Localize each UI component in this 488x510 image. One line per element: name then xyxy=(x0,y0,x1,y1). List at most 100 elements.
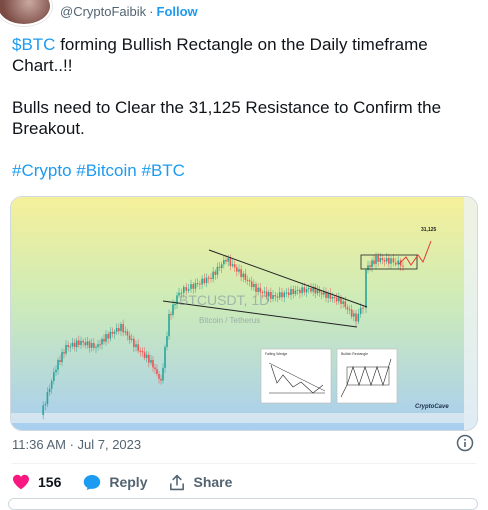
like-button[interactable]: 156 xyxy=(12,474,61,490)
candle-body xyxy=(333,296,336,298)
candle-body xyxy=(78,340,80,346)
candle-body xyxy=(86,341,89,346)
tweet-media-chart[interactable]: 31,125 BTCUSDT, 1D Bitcoin / Tetherus Fa… xyxy=(10,196,478,431)
candle-body xyxy=(276,296,279,298)
share-button[interactable]: Share xyxy=(169,474,232,491)
candle-body xyxy=(122,324,124,333)
candle-body xyxy=(218,266,221,268)
hashtag-crypto[interactable]: #Crypto xyxy=(12,161,72,180)
candle-body xyxy=(395,262,397,265)
candle-body xyxy=(63,352,65,354)
candle-body xyxy=(229,258,232,266)
candle-body xyxy=(190,284,192,289)
candle-body xyxy=(143,352,146,358)
author-handle[interactable]: @CryptoFaibik xyxy=(60,4,146,19)
divider xyxy=(12,463,476,464)
candle-body xyxy=(338,297,340,302)
candle-body xyxy=(225,259,227,262)
candle-body xyxy=(381,258,384,260)
candle-body xyxy=(150,359,152,363)
candle-body xyxy=(299,289,301,294)
chart-image: 31,125 BTCUSDT, 1D Bitcoin / Tetherus Fa… xyxy=(11,197,477,430)
candle-body xyxy=(255,283,257,292)
candle-body xyxy=(107,334,109,339)
candle-body xyxy=(379,258,382,262)
candle-body xyxy=(82,340,84,343)
candle-body xyxy=(390,258,392,264)
candle-body xyxy=(48,388,51,393)
candle-body xyxy=(194,283,197,289)
hashtag-btc[interactable]: #BTC xyxy=(141,161,184,180)
candle-body xyxy=(233,264,236,268)
candle-body xyxy=(331,296,334,299)
candle-body xyxy=(139,350,142,352)
target-label: 31,125 xyxy=(421,227,437,233)
candle-body xyxy=(109,331,112,339)
candle-body xyxy=(369,265,371,268)
candle-body xyxy=(196,283,199,285)
candle-body xyxy=(305,289,308,293)
candle-body xyxy=(187,288,190,291)
brand-label: CryptoCave xyxy=(415,404,449,410)
candle-body xyxy=(362,307,364,309)
candle-body xyxy=(207,277,210,279)
cashtag-btc[interactable]: $BTC xyxy=(12,35,55,54)
tweet-line-2: Bulls need to Clear the 31,125 Resistanc… xyxy=(12,98,442,138)
watermark-symbol: BTCUSDT, 1D xyxy=(179,292,269,308)
candle-body xyxy=(160,378,162,381)
candle-body xyxy=(164,346,166,368)
share-icon xyxy=(170,474,185,490)
candle-body xyxy=(278,292,281,298)
candle-body xyxy=(316,289,319,294)
svg-text:Bullish Rectangle: Bullish Rectangle xyxy=(341,352,368,356)
candle-body xyxy=(231,264,234,266)
time-axis xyxy=(11,413,464,423)
candle-body xyxy=(270,292,272,299)
candle-body xyxy=(185,287,187,291)
candle-body xyxy=(327,293,329,298)
candle-body xyxy=(148,354,150,363)
candle-body xyxy=(101,338,103,345)
tweet-text: $BTC forming Bullish Rectangle on the Da… xyxy=(12,34,482,181)
candle-body xyxy=(199,283,201,285)
follow-button[interactable]: Follow xyxy=(157,4,198,19)
candle-body xyxy=(214,271,217,275)
candle-body xyxy=(355,313,357,322)
candle-body xyxy=(283,292,286,298)
watermark-name: Bitcoin / Tetherus xyxy=(199,316,260,325)
candle-body xyxy=(342,301,344,304)
candle-body xyxy=(310,288,312,292)
candle-body xyxy=(59,360,61,362)
candle-body xyxy=(290,289,292,296)
hashtag-bitcoin[interactable]: #Bitcoin xyxy=(76,161,136,180)
candle-body xyxy=(57,360,59,370)
candle-body xyxy=(162,367,164,381)
candle-body xyxy=(353,313,355,317)
candle-body xyxy=(240,269,242,278)
reply-bubble-icon xyxy=(84,474,101,490)
candle-body xyxy=(285,292,288,294)
reply-button[interactable]: Reply xyxy=(83,474,147,491)
candle-body xyxy=(397,260,399,265)
candle-body xyxy=(359,307,362,314)
candle-body xyxy=(242,273,245,278)
avatar[interactable] xyxy=(0,0,52,26)
candle-body xyxy=(223,259,225,265)
candle-body xyxy=(71,342,74,347)
candle-body xyxy=(375,256,377,264)
tweet-timestamp[interactable]: 11:36 AM · Jul 7, 2023 xyxy=(12,437,141,452)
candle-body xyxy=(84,342,87,346)
svg-text:Falling Wedge: Falling Wedge xyxy=(265,352,287,356)
candle-body xyxy=(137,344,139,351)
candle-body xyxy=(128,335,131,340)
candle-body xyxy=(44,404,47,406)
candle-body xyxy=(307,288,310,290)
read-replies-bar[interactable] xyxy=(8,498,478,510)
price-axis xyxy=(464,197,477,430)
candle-body xyxy=(170,314,172,316)
info-icon[interactable] xyxy=(456,434,474,452)
reply-label: Reply xyxy=(109,474,148,490)
candle-body xyxy=(348,309,351,311)
candle-body xyxy=(320,292,323,295)
author-row: @CryptoFaibik · Follow xyxy=(60,4,198,19)
